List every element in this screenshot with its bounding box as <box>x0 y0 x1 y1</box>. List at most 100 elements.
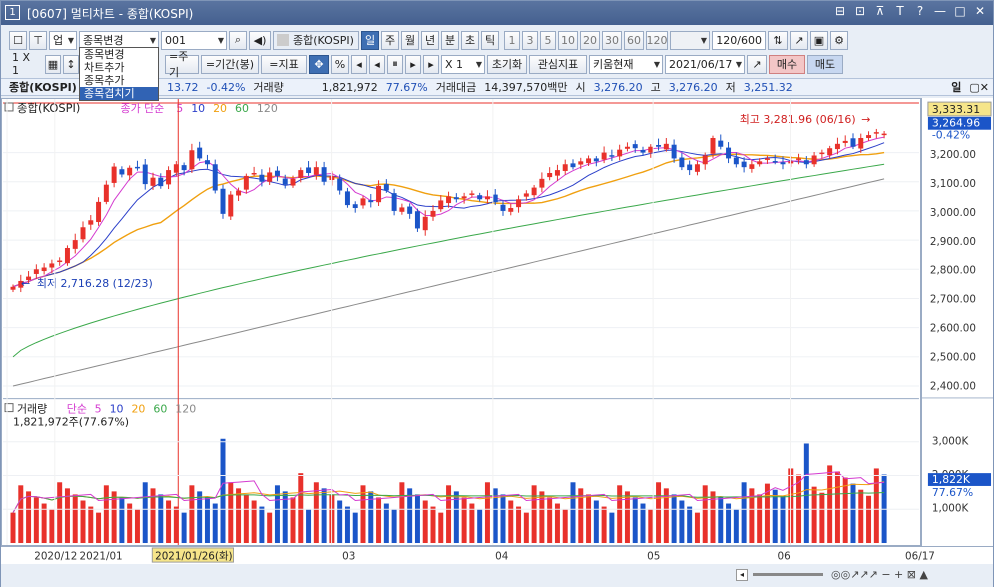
volume-bar <box>850 483 856 544</box>
speaker-icon[interactable]: ◀) <box>249 30 271 50</box>
volume-bar <box>484 482 490 544</box>
scroll-thumb[interactable] <box>753 573 823 576</box>
interval-1[interactable]: 1 <box>504 30 520 50</box>
volume-bar <box>827 465 833 544</box>
bar-count-field[interactable]: 120/600 <box>712 30 766 50</box>
code-input[interactable]: 001 ▼ <box>161 30 227 50</box>
pin-tool-icon[interactable]: ⊤ <box>29 30 47 50</box>
candle-body <box>772 161 778 163</box>
zoom-select[interactable]: X 1 ▼ <box>441 54 485 74</box>
chart-pane[interactable]: 종합(KOSPI) 종가 단순 5 10 20 60 120 최고 3,281.96 (06/… <box>1 98 921 546</box>
candle-body <box>368 200 374 203</box>
next-bar-icon[interactable]: ▸ <box>405 54 421 74</box>
layout-toggle-icon[interactable]: ↕ <box>63 54 79 74</box>
chart-tools-icons[interactable]: ◎◎↗↗↗ − + ⊠ ▲ <box>831 568 928 581</box>
interval-120[interactable]: 120 <box>646 30 668 50</box>
pause-icon[interactable]: ⏸ <box>387 54 403 74</box>
info-volume: 1,821,972 <box>321 80 378 94</box>
volume-ma-label: 단순 <box>67 403 87 416</box>
interval-30[interactable]: 30 <box>602 30 622 50</box>
scroll-left-icon[interactable]: ◂ <box>351 54 367 74</box>
scroll-left-icon[interactable]: ◂ <box>736 569 748 581</box>
search-icon[interactable]: ⌕ <box>229 30 247 50</box>
date-picker[interactable]: 2021/06/17 ▼ <box>665 54 745 74</box>
maximize-button[interactable]: □ <box>953 4 967 18</box>
max-annotation: 최고 3,281.96 (06/16) <box>740 113 856 126</box>
candle-body <box>96 201 102 223</box>
menu-item-add-stock[interactable]: 종목추가 <box>80 74 158 87</box>
candle-body <box>827 148 833 156</box>
close-button[interactable]: ✕ <box>973 4 987 18</box>
period-minute[interactable]: 분 <box>441 30 459 50</box>
period-button[interactable]: =주기 <box>165 50 199 79</box>
multichart-window: 1 [0607] 멀티차트 - 종합(KOSPI) ⊟ ⊡ ⊼ T ? — □ … <box>0 0 994 587</box>
candle-body <box>477 195 483 200</box>
indicator-button[interactable]: =지표 <box>261 54 307 74</box>
prev-bar-icon[interactable]: ◂ <box>369 54 385 74</box>
draw-tool-icon[interactable]: ↗ <box>790 30 808 50</box>
period-year[interactable]: 년 <box>421 30 439 50</box>
volume-bar <box>648 509 654 544</box>
period-month[interactable]: 월 <box>401 30 419 50</box>
candle-body <box>873 132 879 134</box>
sell-button[interactable]: 매도 <box>807 54 843 74</box>
interval-20[interactable]: 20 <box>580 30 600 50</box>
layout-label[interactable]: 1 X 1 <box>9 51 43 77</box>
volume-bar <box>306 509 312 544</box>
volume-bar <box>796 474 802 544</box>
interval-custom-select[interactable]: ▼ <box>670 30 710 50</box>
minimize-button[interactable]: — <box>933 4 947 18</box>
current-source-select[interactable]: 키움현재 ▼ <box>589 54 663 74</box>
interval-3[interactable]: 3 <box>522 30 538 50</box>
volume-toggle-icon <box>4 403 14 413</box>
volume-tick-label: 1,000K <box>932 502 969 514</box>
layout-icon[interactable]: ⊡ <box>853 4 867 18</box>
menu-item-overlay-stock[interactable]: 종목겹치기 <box>80 87 158 100</box>
scroll-right-icon[interactable]: ▸ <box>423 54 439 74</box>
price-axis[interactable]: 3,200.00 3,100.00 3,000.00 2,900.00 2,800.00… <box>921 98 993 546</box>
link-icon[interactable]: ⊟ <box>833 4 847 18</box>
range-button[interactable]: =기간(봉) <box>201 54 259 74</box>
price-tick-label: 2,600.00 <box>930 323 976 335</box>
interval-5[interactable]: 5 <box>540 30 556 50</box>
chart-menu-icon[interactable]: ☐ <box>9 30 27 50</box>
crosshair-icon[interactable]: ✥ <box>309 54 329 74</box>
gear-icon[interactable]: ⚙ <box>830 30 848 50</box>
info-window-buttons[interactable]: ▢✕ <box>969 81 989 94</box>
watch-indicator-button[interactable]: 관심지표 <box>529 54 587 74</box>
candle-body <box>282 178 288 185</box>
volume-bar <box>858 489 864 544</box>
volume-bar <box>547 497 553 544</box>
candle-body <box>383 184 389 191</box>
candle-body <box>274 170 280 176</box>
menu-item-add-chart[interactable]: 차트추가 <box>80 61 158 74</box>
font-icon[interactable]: T <box>893 4 907 18</box>
chart-type-icon[interactable]: ↗ <box>747 54 767 74</box>
pin-icon[interactable]: ⊼ <box>873 4 887 18</box>
save-icon[interactable]: ▣ <box>810 30 828 50</box>
interval-10[interactable]: 10 <box>558 30 578 50</box>
volume-bar <box>702 485 708 544</box>
volume-bar <box>173 506 179 544</box>
candle-body <box>391 193 397 211</box>
percent-button[interactable]: % <box>331 54 349 74</box>
volume-bar <box>57 482 63 544</box>
reset-button[interactable]: 초기화 <box>487 54 527 74</box>
candle-body <box>41 267 47 272</box>
ma-legend-period: 120 <box>257 102 278 115</box>
market-select[interactable]: 업 ▼ <box>49 30 77 50</box>
period-week[interactable]: 주 <box>381 30 399 50</box>
grid-icon[interactable]: ▦ <box>45 54 61 74</box>
candle-settings-icon[interactable]: ⇅ <box>768 30 788 50</box>
volume-bar <box>741 482 747 544</box>
last-date-label: 06/17 <box>905 550 935 562</box>
date-axis[interactable]: 2020/12 2021/01 03 04 05 06 2021/01/26(화) 06/17 <box>1 546 993 564</box>
menu-item-change-stock[interactable]: 종목변경 <box>80 48 158 61</box>
period-day[interactable]: 일 <box>361 30 379 50</box>
help-icon[interactable]: ? <box>913 4 927 18</box>
buy-button[interactable]: 매수 <box>769 54 805 74</box>
candle-body <box>298 170 304 178</box>
period-second[interactable]: 초 <box>461 30 479 50</box>
period-tick[interactable]: 틱 <box>481 30 499 50</box>
interval-60[interactable]: 60 <box>624 30 644 50</box>
